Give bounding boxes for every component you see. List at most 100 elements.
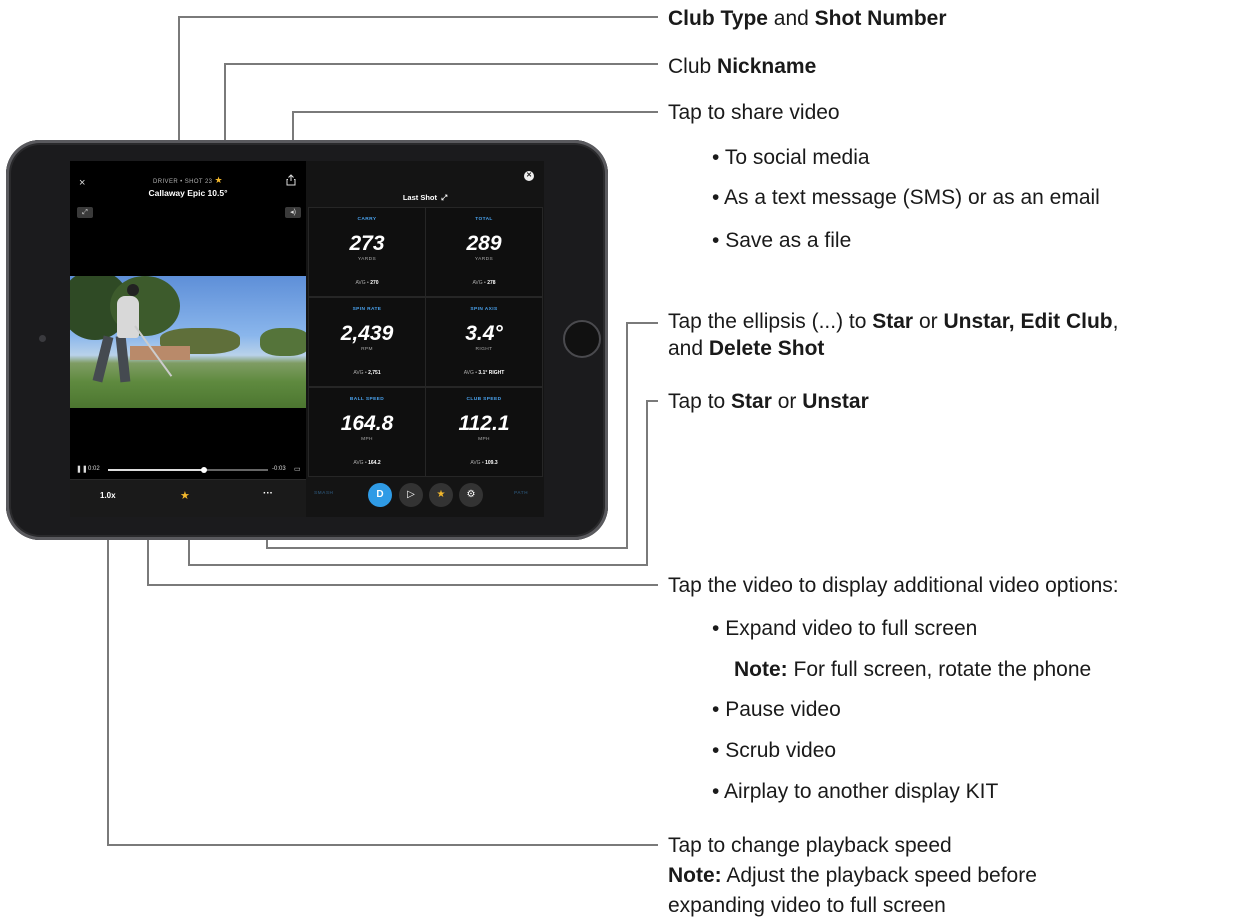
leader-club-type-h — [178, 16, 658, 18]
avg-value: 270 — [370, 280, 379, 286]
callout-ellipsis-line2-bold: Delete Shot — [708, 337, 825, 360]
home-button[interactable] — [563, 320, 601, 358]
metric-avg: AVG • 3.1° RIGHT — [426, 370, 542, 376]
leader-ellipsis-v — [626, 322, 628, 549]
tablet-camera — [39, 335, 46, 342]
expand-arrows-icon: ⤢ — [439, 193, 448, 202]
leader-speed-v — [107, 506, 109, 846]
play-icon[interactable]: ▷ — [399, 483, 423, 507]
expand-icon[interactable]: ⤢ — [77, 207, 93, 218]
callout-ellipsis-post: , — [1112, 310, 1119, 333]
last-shot-header[interactable]: Last Shot ⤢ — [306, 193, 544, 203]
club-type-shot-number: DRIVER • SHOT 23 ★ — [70, 175, 306, 186]
golfer-leg — [115, 335, 131, 383]
callout-video-item-3-text: Scrub video — [712, 739, 836, 762]
callout-speed-note-bold: Note: — [668, 864, 722, 887]
callout-speed-note-text: Adjust the playback speed before — [721, 864, 1037, 887]
callout-nickname-bold: Nickname — [717, 55, 817, 78]
metric-label: TOTAL — [475, 217, 493, 222]
share-icon[interactable] — [286, 174, 296, 186]
settings-gear-icon[interactable]: ⚙ — [459, 483, 483, 507]
ellipsis-button[interactable]: ··· — [263, 488, 273, 499]
metric-spin-axis: SPIN AXIS 3.4° RIGHT AVG • 3.1° RIGHT — [425, 297, 543, 387]
leader-video-h — [147, 584, 658, 586]
metric-spin-rate: SPIN RATE 2,439 RPM AVG • 2,751 — [308, 297, 426, 387]
callout-club-type-bold2: Shot Number — [814, 7, 947, 30]
star-filter-icon[interactable]: ★ — [429, 483, 453, 507]
leader-share-h — [292, 111, 658, 113]
callout-share-item-3-text: Save as a file — [712, 229, 851, 252]
callout-video-note-bold: Note: — [734, 658, 788, 681]
video-toolbar: 1.0x ★ ··· — [70, 479, 306, 517]
callout-share-item-2-text: As a text message (SMS) or as an email — [712, 186, 1100, 209]
metric-avg: AVG • 278 — [426, 280, 542, 286]
metric-ball-speed: BALL SPEED 164.8 MPH AVG • 164.2 — [308, 387, 426, 477]
callout-video-title: Tap the video to display additional vide… — [668, 574, 1119, 597]
callout-speed-title: Tap to change playback speed — [668, 834, 952, 857]
metric-club-speed: CLUB SPEED 112.1 MPH AVG • 109.3 — [425, 387, 543, 477]
scrub-bar[interactable] — [108, 467, 268, 473]
callout-ellipsis-bold1: Star — [872, 310, 914, 333]
volume-icon[interactable]: ◂) — [285, 207, 301, 218]
scrub-progress — [108, 469, 204, 471]
callout-star-pre: Tap to — [668, 390, 732, 413]
golfer-head — [127, 284, 139, 296]
airplay-icon[interactable]: ▭ — [294, 465, 301, 473]
playback-speed-button[interactable]: 1.0x — [100, 491, 116, 500]
avg-value: 109.3 — [485, 460, 498, 466]
metric-unit: YARDS — [474, 257, 494, 262]
metric-unit: YARDS — [357, 257, 377, 262]
metric-value: 289 — [466, 232, 502, 255]
scrub-handle[interactable] — [201, 467, 207, 473]
video-pane: × DRIVER • SHOT 23 ★ Callaway Epic 10.5°… — [70, 161, 306, 517]
star-icon: ★ — [214, 175, 223, 185]
callout-nickname: Club Nickname — [668, 53, 816, 80]
metric-value: 112.1 — [458, 412, 510, 435]
metric-avg: AVG • 109.3 — [426, 460, 542, 466]
pause-icon[interactable]: ❚❚ — [76, 465, 88, 473]
metric-total: TOTAL 289 YARDS AVG • 278 — [425, 207, 543, 297]
close-circle-icon[interactable]: ✕ — [524, 171, 534, 181]
callout-club-type-mid: and — [767, 7, 815, 30]
callout-share-item-2: As a text message (SMS) or as an email — [712, 184, 1100, 211]
leader-speed-h — [107, 844, 658, 846]
golfer-body — [117, 296, 139, 338]
callout-ellipsis-pre: Tap the ellipsis (...) to — [668, 310, 873, 333]
metric-label: BALL SPEED — [349, 397, 385, 402]
callout-video-item-2-text: Pause video — [712, 698, 841, 721]
callout-share-item-3: Save as a file — [712, 227, 851, 254]
club-filter-button[interactable]: D — [368, 483, 392, 507]
shot-nav-row: SMASH D ▷ ★ ⚙ PATH — [306, 476, 544, 517]
club-nickname: Callaway Epic 10.5° — [148, 188, 228, 198]
golfer-leg — [92, 335, 114, 383]
avg-value: 2,751 — [368, 370, 381, 376]
swing-video[interactable] — [70, 276, 306, 408]
callout-ellipsis-bold2: Unstar, Edit Club — [943, 310, 1113, 333]
callout-star: Tap to Star or Unstar — [668, 388, 869, 415]
callout-video-item-4: Airplay to another display KIT — [712, 778, 998, 805]
leader-ellipsis-h-bottom — [266, 547, 628, 549]
metric-label: CARRY — [357, 217, 377, 222]
callout-video-item-1: Expand video to full screen — [712, 615, 977, 642]
callout-video-item-3: Scrub video — [712, 737, 836, 764]
callout-speed-line3: expanding video to full screen — [668, 894, 946, 917]
callout-share-title: Tap to share video — [668, 101, 840, 124]
callout-ellipsis-line2: and Delete Shot — [668, 335, 824, 362]
metric-value: 164.8 — [340, 412, 394, 435]
star-button[interactable]: ★ — [180, 489, 190, 502]
metric-avg: AVG • 2,751 — [309, 370, 425, 376]
metric-value: 2,439 — [340, 322, 394, 345]
callout-video-item-4-text: Airplay to another display KIT — [712, 780, 998, 803]
callout-video-note: Note: For full screen, rotate the phone — [734, 656, 1091, 683]
metric-avg: AVG • 164.2 — [309, 460, 425, 466]
callout-ellipsis-line1: Tap the ellipsis (...) to Star or Unstar… — [668, 308, 1118, 335]
shot-data-pane: ✕ Last Shot ⤢ CARRY 273 YARDS AVG • 270 … — [306, 161, 544, 517]
metric-value: 3.4° — [465, 322, 503, 345]
time-remaining: -0:03 — [272, 466, 286, 472]
avg-value: 164.2 — [368, 460, 381, 466]
avg-prefix: AVG • — [353, 460, 369, 466]
avg-prefix: AVG • — [472, 280, 488, 286]
leader-nickname-h — [224, 63, 658, 65]
avg-value: 3.1° RIGHT — [478, 370, 505, 376]
last-shot-label: Last Shot — [402, 193, 437, 202]
